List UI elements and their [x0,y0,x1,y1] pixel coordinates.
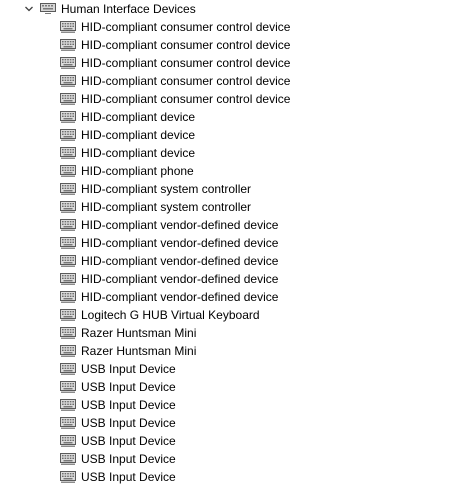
hid-device-icon [60,56,76,70]
device-item[interactable]: HID-compliant vendor-defined device [0,234,463,252]
device-label: USB Input Device [81,434,176,448]
category-label: Human Interface Devices [61,2,196,16]
device-list: HID-compliant consumer control device HID… [0,18,463,486]
hid-device-icon [60,182,76,196]
device-label: HID-compliant consumer control device [81,38,291,52]
device-label: HID-compliant vendor-defined device [81,290,279,304]
device-item[interactable]: HID-compliant consumer control device [0,36,463,54]
hid-device-icon [60,380,76,394]
device-label: HID-compliant consumer control device [81,92,291,106]
device-label: HID-compliant device [81,110,196,124]
hid-keyboard-icon [40,1,56,15]
device-item[interactable]: HID-compliant device [0,126,463,144]
device-item[interactable]: USB Input Device [0,360,463,378]
device-item[interactable]: HID-compliant consumer control device [0,90,463,108]
device-label: USB Input Device [81,470,176,484]
device-item[interactable]: HID-compliant consumer control device [0,72,463,90]
device-label: USB Input Device [81,416,176,430]
category-human-interface-devices[interactable]: Human Interface Devices [0,0,463,18]
device-item[interactable]: HID-compliant system controller [0,198,463,216]
hid-device-icon [60,92,76,106]
device-label: Razer Huntsman Mini [81,326,197,340]
hid-device-icon [60,398,76,412]
hid-device-icon [60,20,76,34]
hid-device-icon [60,470,76,484]
device-label: HID-compliant phone [81,164,194,178]
device-label: HID-compliant device [81,128,196,142]
device-label: HID-compliant vendor-defined device [81,236,279,250]
device-label: HID-compliant system controller [81,200,252,214]
device-item[interactable]: HID-compliant phone [0,162,463,180]
hid-device-icon [60,272,76,286]
hid-device-icon [60,110,76,124]
hid-device-icon [60,452,76,466]
hid-device-icon [60,74,76,88]
hid-device-icon [60,146,76,160]
device-label: Razer Huntsman Mini [81,344,197,358]
device-item[interactable]: USB Input Device [0,414,463,432]
hid-device-icon [60,290,76,304]
device-label: HID-compliant vendor-defined device [81,254,279,268]
device-item[interactable]: HID-compliant vendor-defined device [0,252,463,270]
device-item[interactable]: HID-compliant vendor-defined device [0,288,463,306]
device-label: Logitech G HUB Virtual Keyboard [81,308,260,322]
hid-device-icon [60,416,76,430]
device-label: USB Input Device [81,452,176,466]
device-item[interactable]: HID-compliant consumer control device [0,54,463,72]
hid-device-icon [60,326,76,340]
hid-device-icon [60,254,76,268]
device-item[interactable]: Logitech G HUB Virtual Keyboard [0,306,463,324]
hid-device-icon [60,38,76,52]
device-label: HID-compliant consumer control device [81,56,291,70]
hid-device-icon [60,128,76,142]
device-item[interactable]: USB Input Device [0,378,463,396]
device-item[interactable]: USB Input Device [0,468,463,486]
hid-device-icon [60,434,76,448]
device-label: HID-compliant vendor-defined device [81,272,279,286]
device-item[interactable]: HID-compliant device [0,108,463,126]
device-label: HID-compliant vendor-defined device [81,218,279,232]
device-item[interactable]: Razer Huntsman Mini [0,324,463,342]
hid-device-icon [60,362,76,376]
hid-device-icon [60,344,76,358]
device-item[interactable]: Razer Huntsman Mini [0,342,463,360]
device-label: HID-compliant device [81,146,196,160]
hid-device-icon [60,164,76,178]
device-item[interactable]: USB Input Device [0,432,463,450]
device-item[interactable]: HID-compliant vendor-defined device [0,216,463,234]
device-label: HID-compliant consumer control device [81,74,291,88]
device-label: USB Input Device [81,380,176,394]
device-item[interactable]: HID-compliant device [0,144,463,162]
chevron-down-icon[interactable] [24,3,34,13]
hid-device-icon [60,218,76,232]
device-item[interactable]: USB Input Device [0,450,463,468]
device-label: USB Input Device [81,362,176,376]
device-item[interactable]: HID-compliant consumer control device [0,18,463,36]
device-label: USB Input Device [81,398,176,412]
device-item[interactable]: HID-compliant system controller [0,180,463,198]
device-item[interactable]: USB Input Device [0,396,463,414]
hid-device-icon [60,308,76,322]
device-item[interactable]: HID-compliant vendor-defined device [0,270,463,288]
hid-device-icon [60,236,76,250]
device-label: HID-compliant consumer control device [81,20,291,34]
hid-device-icon [60,200,76,214]
device-label: HID-compliant system controller [81,182,252,196]
